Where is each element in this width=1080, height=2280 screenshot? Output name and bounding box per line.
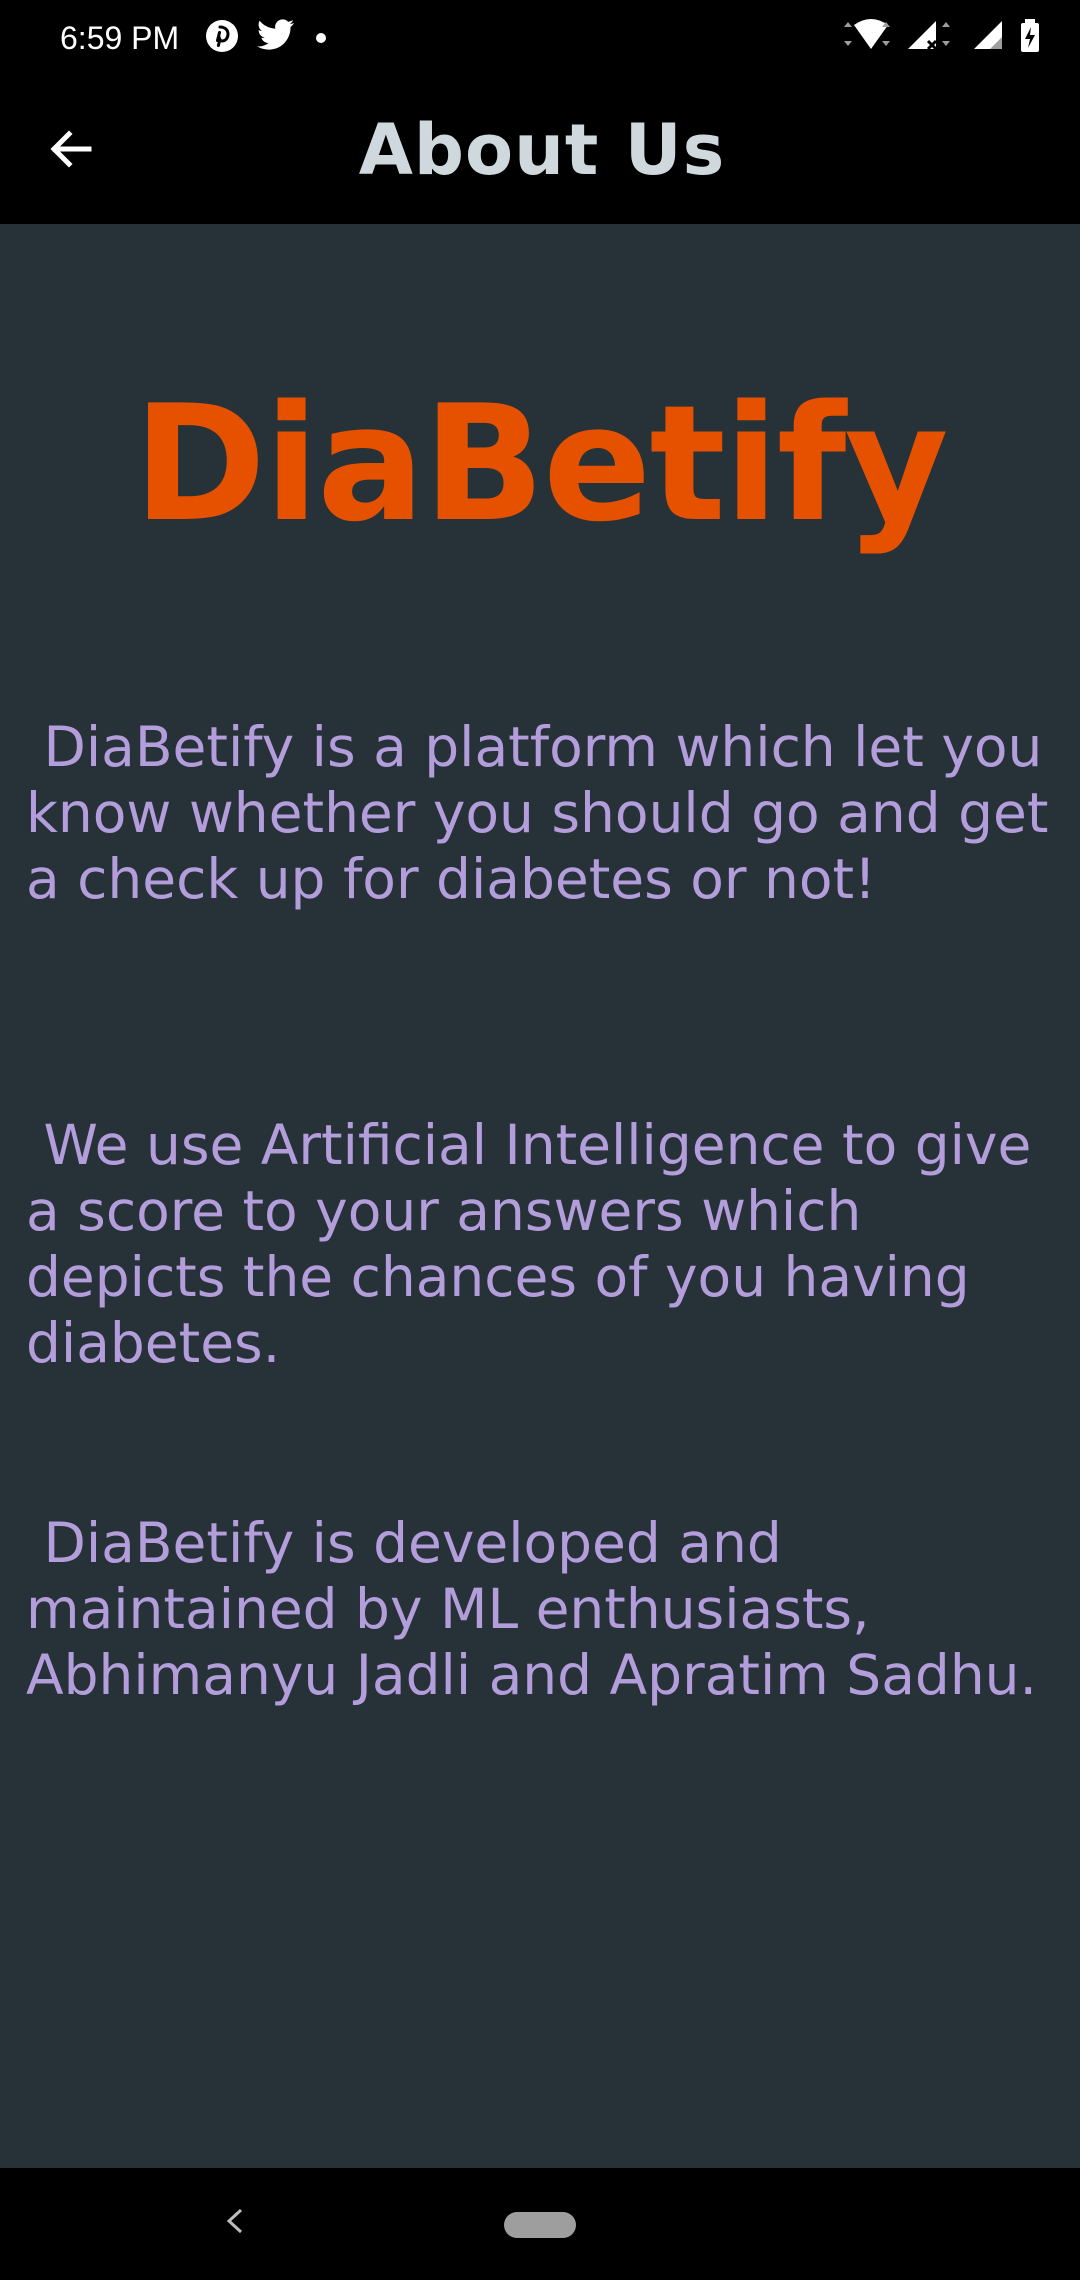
- notification-dot-icon: [316, 33, 326, 43]
- page-title: About Us: [358, 109, 726, 191]
- pinterest-icon: [204, 18, 240, 58]
- battery-icon: [1020, 19, 1040, 57]
- home-pill-icon[interactable]: [504, 2212, 576, 2238]
- nav-back-button[interactable]: [210, 2198, 260, 2248]
- status-system-icons: [840, 16, 1040, 60]
- app-bar: About Us: [0, 76, 1080, 224]
- navigation-bar: [0, 2168, 1080, 2280]
- twitter-icon: [256, 19, 296, 57]
- about-paragraph-ai: We use Artificial Intelligence to give a…: [26, 1113, 1049, 1375]
- status-bar: 6:59 PM: [0, 0, 1080, 76]
- about-paragraph-developers: DiaBetify is developed and maintained by…: [26, 1511, 1038, 1707]
- status-time: 6:59 PM: [60, 20, 180, 56]
- brand-logo: DiaBetify: [133, 370, 948, 557]
- about-paragraph-platform: DiaBetify is a platform which let you kn…: [26, 715, 1066, 911]
- status-notification-icons: [204, 16, 326, 60]
- wifi-icon: [840, 19, 892, 57]
- about-content: DiaBetify DiaBetify is a platform which …: [0, 224, 1080, 2168]
- nav-back-icon: [223, 2206, 247, 2240]
- signal-icon: [972, 19, 1006, 57]
- signal-icon: [906, 19, 958, 57]
